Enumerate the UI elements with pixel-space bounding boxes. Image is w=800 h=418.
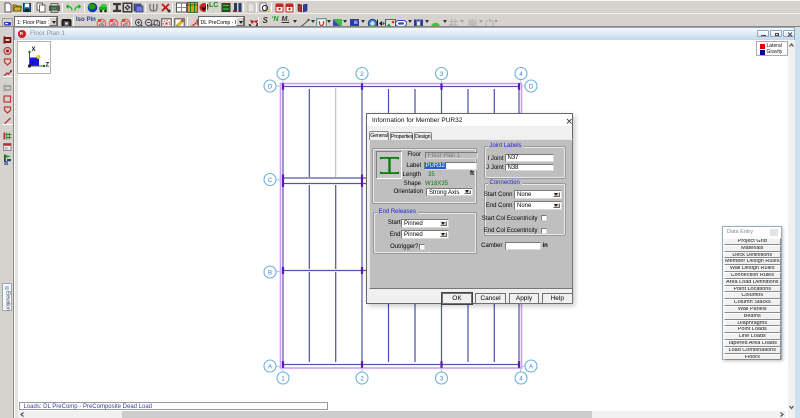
svg-text:D: D xyxy=(268,85,273,91)
svg-text:D: D xyxy=(529,85,534,91)
svg-text:A: A xyxy=(529,365,533,371)
svg-text:B: B xyxy=(268,271,272,277)
svg-text:Z: Z xyxy=(46,63,50,69)
svg-text:X: X xyxy=(32,47,36,53)
svg-text:C: C xyxy=(268,178,273,184)
svg-text:A: A xyxy=(268,365,272,371)
